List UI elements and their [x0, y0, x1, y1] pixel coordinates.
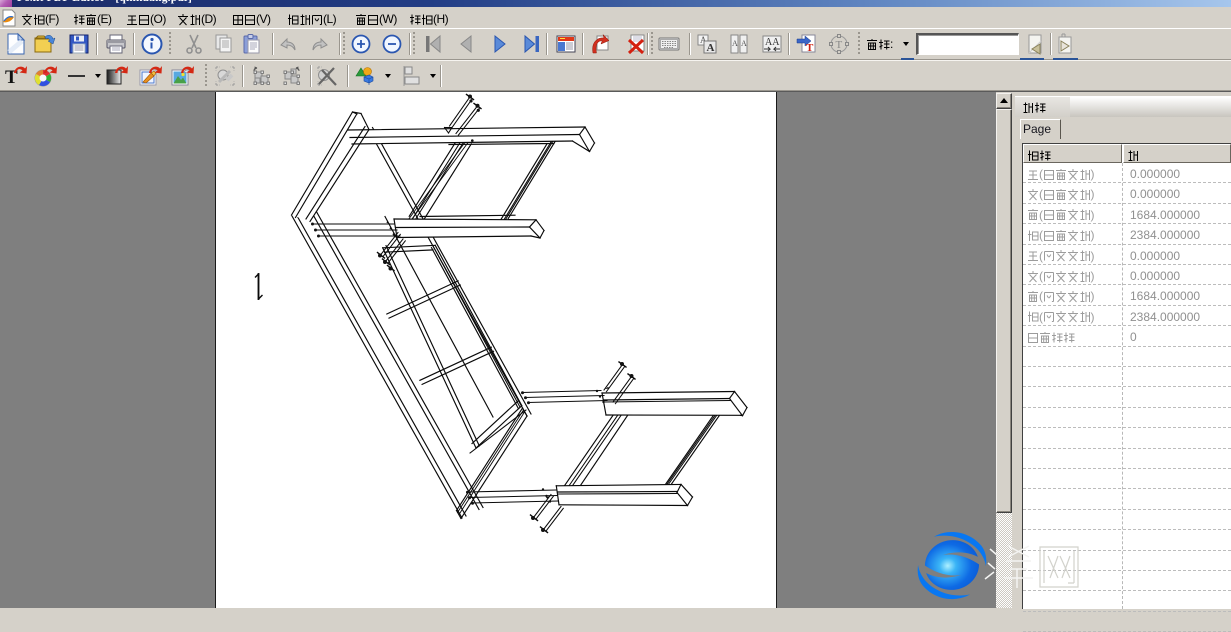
svg-text:T: T	[806, 42, 814, 54]
svg-text:A: A	[707, 42, 715, 54]
svg-text:A: A	[741, 39, 747, 48]
svg-text:AA: AA	[765, 37, 780, 48]
svg-text:T: T	[836, 39, 843, 51]
svg-text:A: A	[732, 39, 738, 48]
